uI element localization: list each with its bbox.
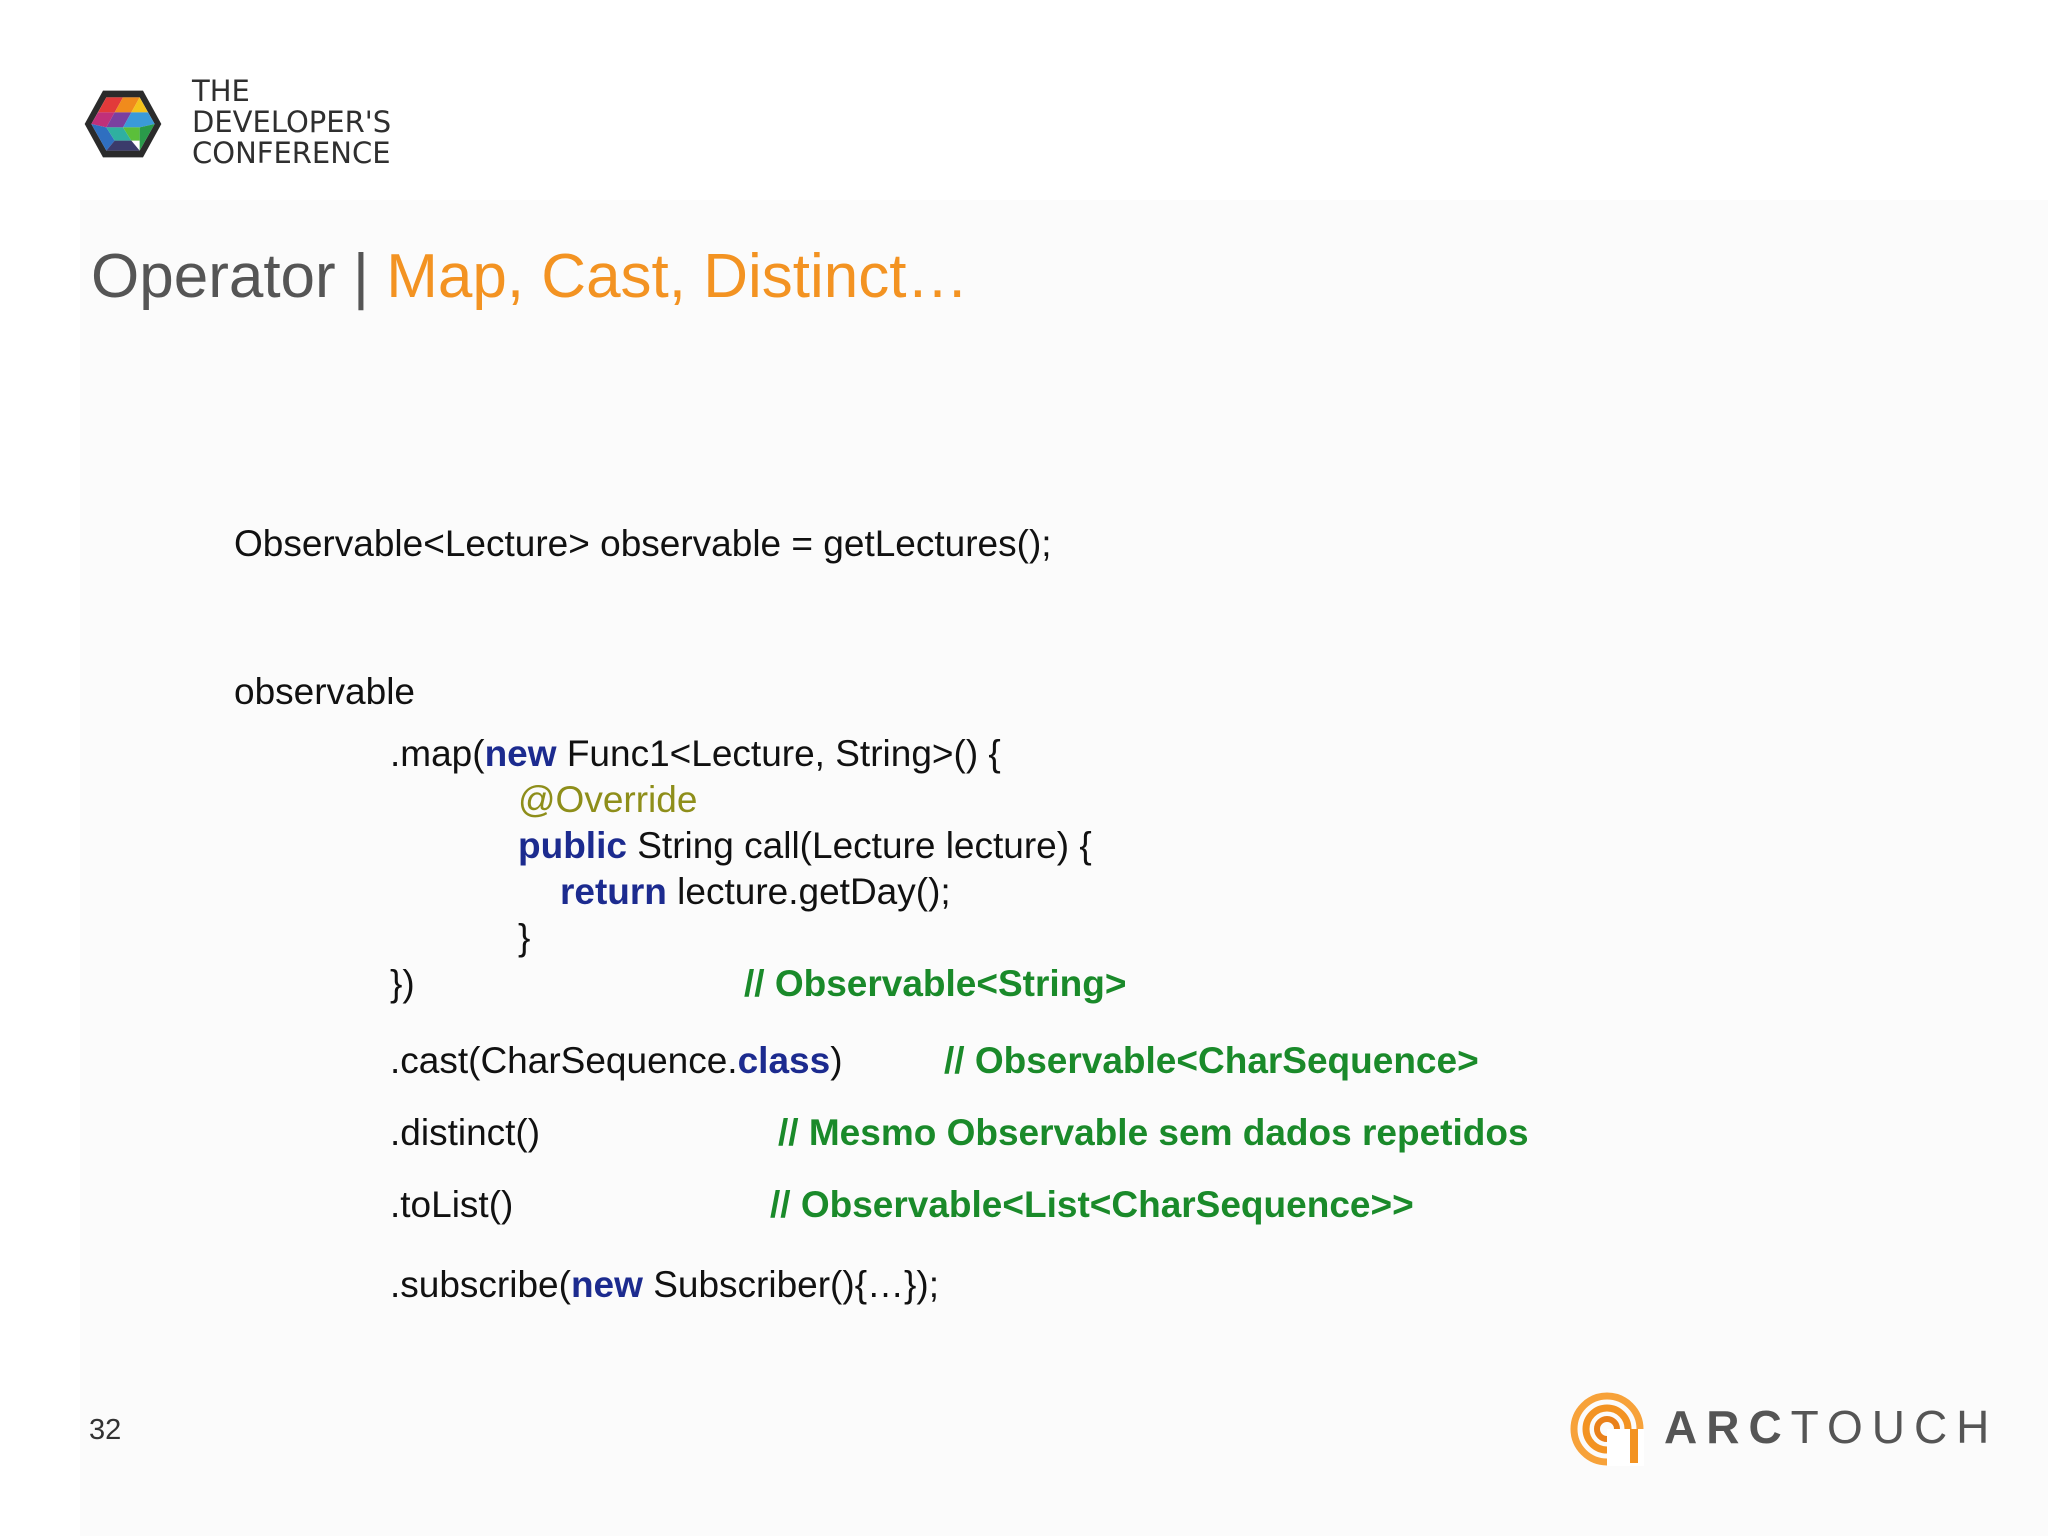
tdc-line-2: DEVELOPER'S [192, 105, 392, 139]
code-text: observable [234, 671, 416, 712]
comment-tolist: // Observable<List<CharSequence>> [770, 1183, 1414, 1227]
page-number: 32 [89, 1414, 122, 1446]
brand-light: TOUCH [1790, 1401, 1999, 1453]
tdc-wordmark: THE DEVELOPER'S CONFERENCE [192, 76, 391, 169]
code-text: }) [390, 963, 415, 1004]
code-line-cast: .cast(CharSequence.class) [390, 1039, 843, 1083]
comment-text: // Mesmo Observable sem dados repetidos [778, 1112, 1529, 1153]
comment-cast: // Observable<CharSequence> [944, 1039, 1479, 1083]
comment-distinct: // Mesmo Observable sem dados repetidos [778, 1111, 1529, 1155]
slide-background [80, 200, 2048, 1536]
code-line-observable: observable [234, 670, 415, 714]
keyword-new: new [484, 733, 557, 774]
title-highlight: Map, Cast, Distinct… [386, 242, 969, 311]
keyword-class: class [737, 1040, 831, 1081]
code-text: Subscriber(){…}); [642, 1264, 940, 1305]
code-text: .toList() [390, 1184, 514, 1225]
tdc-line-3: CONFERENCE [192, 136, 391, 170]
code-text: .distinct() [390, 1112, 541, 1153]
code-text: ) [830, 1040, 843, 1081]
code-line-close-map: }) [390, 962, 415, 1006]
code-line-close-brace: } [518, 916, 530, 960]
code-text: .subscribe( [390, 1264, 571, 1305]
comment-text: // Observable<CharSequence> [944, 1040, 1479, 1081]
title-prefix: Operator | [91, 242, 387, 311]
code-line-return: return lecture.getDay(); [560, 870, 951, 914]
comment-text: // Observable<String> [744, 963, 1127, 1004]
slide-title: Operator | Map, Cast, Distinct… [91, 240, 968, 314]
brand-bold: ARC [1664, 1401, 1791, 1453]
code-text: Func1<Lecture, String>() { [556, 733, 1001, 774]
code-text: .map( [390, 733, 485, 774]
code-line-declaration: Observable<Lecture> observable = getLect… [234, 522, 1052, 566]
code-text: lecture.getDay(); [666, 871, 951, 912]
code-line-distinct: .distinct() [390, 1111, 540, 1155]
keyword-public: public [518, 825, 627, 866]
code-line-map: .map(new Func1<Lecture, String>() { [390, 732, 1001, 776]
code-text: String call(Lecture lecture) { [626, 825, 1092, 866]
keyword-return: return [560, 871, 667, 912]
code-line-call: public String call(Lecture lecture) { [518, 824, 1092, 868]
tdc-line-1: THE [192, 74, 250, 108]
comment-text: // Observable<List<CharSequence>> [770, 1184, 1414, 1225]
code-text: } [518, 917, 531, 958]
arctouch-logo-icon [1570, 1392, 1644, 1466]
tdc-cube-logo-icon [84, 90, 162, 158]
code-line-tolist: .toList() [390, 1183, 513, 1227]
code-text: Observable<Lecture> observable = getLect… [234, 523, 1052, 564]
comment-map: // Observable<String> [744, 962, 1126, 1006]
arctouch-wordmark: ARCTOUCH [1664, 1400, 1998, 1454]
code-line-override: @Override [518, 778, 697, 822]
code-line-subscribe: .subscribe(new Subscriber(){…}); [390, 1263, 939, 1307]
keyword-new: new [570, 1264, 643, 1305]
code-text: .cast(CharSequence. [390, 1040, 738, 1081]
annotation-override: @Override [518, 779, 698, 820]
